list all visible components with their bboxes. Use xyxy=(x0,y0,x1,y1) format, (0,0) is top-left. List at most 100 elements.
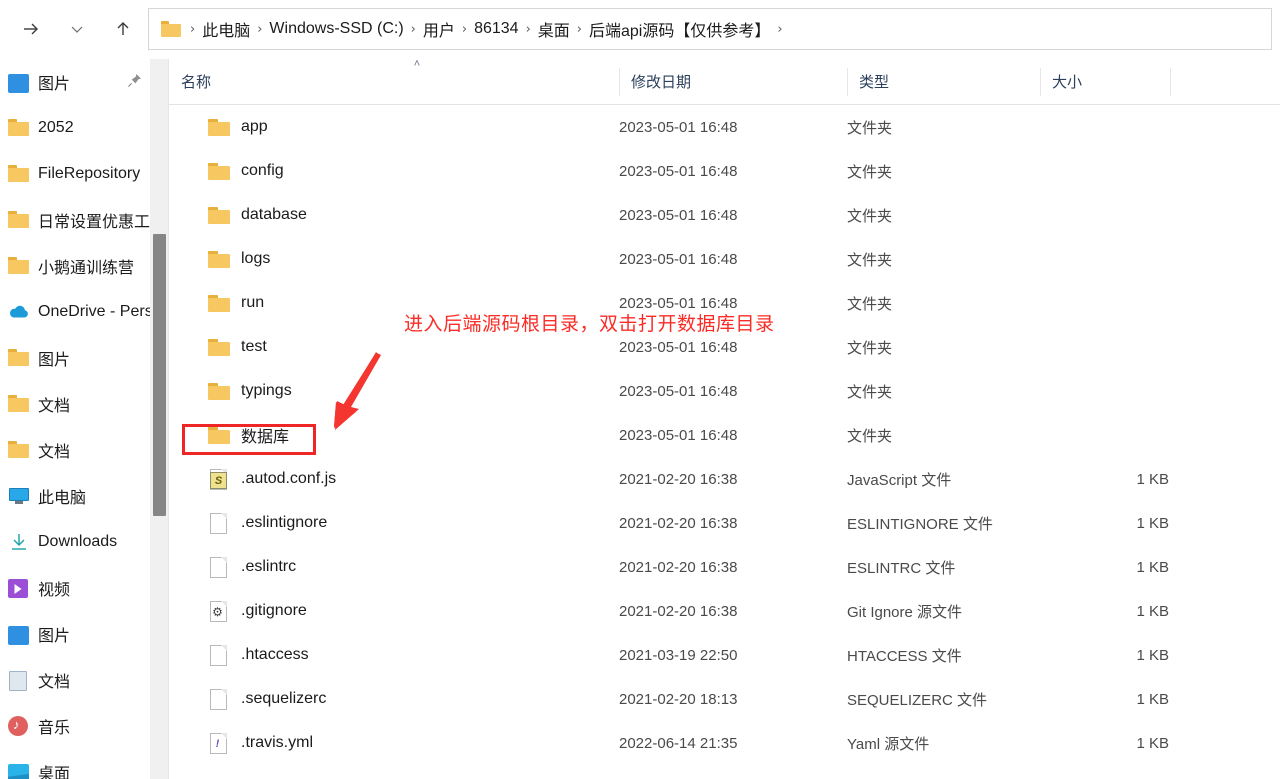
file-name-cell[interactable]: .htaccess xyxy=(169,633,589,677)
breadcrumb-separator: › xyxy=(461,21,468,37)
folder-icon xyxy=(207,160,231,182)
sidebar-item-5[interactable]: OneDrive - Pers xyxy=(0,289,150,335)
file-name-cell[interactable]: .eslintrc xyxy=(169,545,589,589)
file-size-cell xyxy=(1049,237,1169,281)
sidebar-item-1[interactable]: 2052 xyxy=(0,105,150,151)
column-header-row: 名称 修改日期 类型 大小 xyxy=(169,59,1280,105)
up-one-level-button[interactable] xyxy=(106,12,140,46)
sidebar-item-14[interactable]: 音乐 xyxy=(0,703,150,749)
breadcrumb-item-5[interactable]: 后端api源码【仅供参考】 xyxy=(589,17,770,41)
column-header-type[interactable]: 类型 xyxy=(847,59,1040,104)
sidebar-item-4[interactable]: 小鹅通训练营 xyxy=(0,243,150,289)
table-row[interactable]: 数据库 2023-05-01 16:48 文件夹 xyxy=(169,413,1280,457)
column-header-size[interactable]: 大小 xyxy=(1040,59,1170,104)
sidebar-item-2[interactable]: FileRepository xyxy=(0,151,150,197)
sidebar-item-12[interactable]: 图片 xyxy=(0,611,150,657)
file-name-label: database xyxy=(241,206,307,223)
sidebar-item-10[interactable]: Downloads xyxy=(0,519,150,565)
table-row[interactable]: database 2023-05-01 16:48 文件夹 xyxy=(169,193,1280,237)
breadcrumb-item-2[interactable]: 用户 xyxy=(423,17,455,41)
file-type-cell: JavaScript 文件 xyxy=(847,471,952,489)
sidebar-item-label: 音乐 xyxy=(38,720,71,737)
this-pc-icon xyxy=(8,485,30,507)
file-size-cell: 1 KB xyxy=(1136,646,1169,664)
blank-file-icon xyxy=(207,688,231,710)
table-row[interactable]: .sequelizerc 2021-02-20 18:13 SEQUELIZERC … xyxy=(169,677,1280,721)
folder-icon xyxy=(8,393,30,415)
file-name-cell[interactable]: typings xyxy=(169,369,589,413)
file-name-cell[interactable]: S .autod.conf.js xyxy=(169,457,589,501)
breadcrumb-item-0[interactable]: 此电脑 xyxy=(202,17,250,41)
pin-icon[interactable] xyxy=(127,73,142,91)
file-size-cell: 1 KB xyxy=(1136,558,1169,576)
sidebar-item-6[interactable]: 图片 xyxy=(0,335,150,381)
file-name-label: logs xyxy=(241,250,271,267)
sidebar-item-0[interactable]: 图片 xyxy=(0,59,150,105)
file-type-cell: HTACCESS 文件 xyxy=(847,647,962,665)
sidebar-item-9[interactable]: 此电脑 xyxy=(0,473,150,519)
sidebar-item-3[interactable]: 日常设置优惠工 xyxy=(0,197,150,243)
sidebar-scrollbar-thumb[interactable] xyxy=(153,234,166,516)
sidebar-item-label: FileRepository xyxy=(38,165,141,182)
file-date-cell: 2022-06-14 21:35 xyxy=(619,734,738,752)
file-name-cell[interactable]: app xyxy=(169,105,589,149)
breadcrumb-item-3[interactable]: 86134 xyxy=(474,20,519,38)
folder-icon xyxy=(207,248,231,270)
file-name-cell[interactable]: .sequelizerc xyxy=(169,677,589,721)
file-size-cell: 1 KB xyxy=(1136,602,1169,620)
table-row[interactable]: .htaccess 2021-03-19 22:50 HTACCESS 文件 1 KB xyxy=(169,633,1280,677)
sidebar-item-13[interactable]: 文档 xyxy=(0,657,150,703)
address-bar[interactable]: › 此电脑 › Windows-SSD (C:) › 用户 › 86134 › … xyxy=(148,8,1272,50)
file-name-cell[interactable]: ! .travis.yml xyxy=(169,721,589,765)
file-list[interactable]: app 2023-05-01 16:48 文件夹 config 2023-05-01 1… xyxy=(169,105,1280,779)
file-name-cell[interactable]: .eslintignore xyxy=(169,501,589,545)
column-header-date-label: 修改日期 xyxy=(631,74,692,91)
annotation-highlight-rect xyxy=(182,424,316,455)
navigation-pane[interactable]: 图片 2052 FileRepository 日常设置优惠工 小鹅通训练营 OneDriv… xyxy=(0,59,150,779)
file-name-cell[interactable]: config xyxy=(169,149,589,193)
file-name-label: typings xyxy=(241,382,292,399)
sidebar-item-label: 此电脑 xyxy=(38,490,87,507)
column-header-date[interactable]: 修改日期 xyxy=(619,59,847,104)
file-name-cell[interactable]: ⚙ .gitignore xyxy=(169,589,589,633)
file-type-cell: 文件夹 xyxy=(847,251,893,269)
videos-icon xyxy=(8,577,30,599)
table-row[interactable]: .eslintrc 2021-02-20 16:38 ESLINTRC 文件 1 KB xyxy=(169,545,1280,589)
table-row[interactable]: typings 2023-05-01 16:48 文件夹 xyxy=(169,369,1280,413)
file-size-cell xyxy=(1049,193,1169,237)
file-size-cell: 1 KB xyxy=(1136,734,1169,752)
sidebar-item-15[interactable]: 桌面 xyxy=(0,749,150,779)
table-row[interactable]: .eslintignore 2021-02-20 16:38 ESLINTIGNOR… xyxy=(169,501,1280,545)
forward-button[interactable] xyxy=(14,12,48,46)
file-name-label: .travis.yml xyxy=(241,734,313,751)
folder-icon xyxy=(8,163,30,185)
table-row[interactable]: config 2023-05-01 16:48 文件夹 xyxy=(169,149,1280,193)
file-name-label: config xyxy=(241,162,284,179)
file-date-cell: 2023-05-01 16:48 xyxy=(619,382,738,400)
sidebar-item-7[interactable]: 文档 xyxy=(0,381,150,427)
table-row[interactable]: S .autod.conf.js 2021-02-20 16:38 JavaScrip… xyxy=(169,457,1280,501)
breadcrumb-item-1[interactable]: Windows-SSD (C:) xyxy=(269,20,403,38)
file-type-cell: 文件夹 xyxy=(847,295,893,313)
folder-icon xyxy=(207,336,231,358)
recent-locations-button[interactable] xyxy=(60,12,94,46)
pictures-icon xyxy=(8,71,30,93)
column-divider[interactable] xyxy=(1170,68,1171,96)
table-row[interactable]: ⚙ .gitignore 2021-02-20 16:38 Git Ignore 源文… xyxy=(169,589,1280,633)
table-row[interactable]: logs 2023-05-01 16:48 文件夹 xyxy=(169,237,1280,281)
file-date-cell: 2023-05-01 16:48 xyxy=(619,250,738,268)
breadcrumb-item-4[interactable]: 桌面 xyxy=(538,17,570,41)
table-row[interactable]: app 2023-05-01 16:48 文件夹 xyxy=(169,105,1280,149)
blank-file-icon xyxy=(207,512,231,534)
column-header-name[interactable]: 名称 xyxy=(169,59,619,104)
file-name-cell[interactable]: logs xyxy=(169,237,589,281)
downloads-icon xyxy=(8,531,30,553)
file-name-label: .htaccess xyxy=(241,646,309,663)
sidebar-item-11[interactable]: 视频 xyxy=(0,565,150,611)
file-date-cell: 2021-03-19 22:50 xyxy=(619,646,738,664)
table-row[interactable]: ! .travis.yml 2022-06-14 21:35 Yaml 源文件 1 KB xyxy=(169,721,1280,765)
sidebar-item-8[interactable]: 文档 xyxy=(0,427,150,473)
music-icon xyxy=(8,715,30,737)
file-name-cell[interactable]: database xyxy=(169,193,589,237)
sidebar-item-label: 2052 xyxy=(38,119,74,136)
